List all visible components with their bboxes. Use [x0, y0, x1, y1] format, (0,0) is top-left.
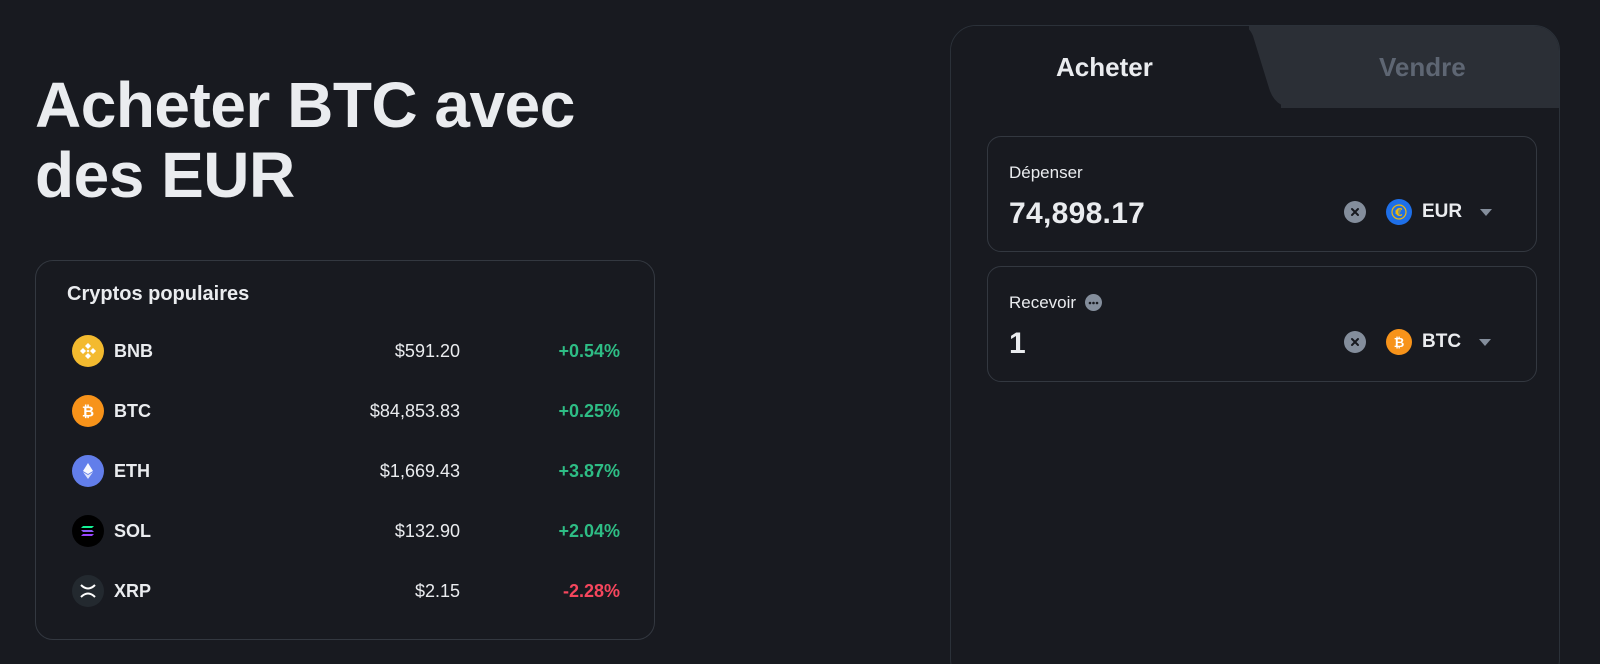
crypto-change: +3.87%: [558, 461, 620, 481]
receive-label: Recevoir: [1009, 293, 1077, 312]
crypto-row-bnb[interactable]: BNB $591.20 +0.54%: [36, 329, 656, 373]
xrp-icon: [72, 575, 104, 607]
crypto-change: +0.54%: [558, 341, 620, 361]
crypto-symbol: BNB: [114, 341, 153, 361]
trade-panel: Acheter Vendre Dépenser 74,898.17 € EUR: [950, 25, 1560, 664]
clear-spend-icon[interactable]: [1344, 201, 1366, 223]
chevron-down-icon: [1480, 208, 1493, 216]
spend-currency-code: EUR: [1422, 201, 1463, 222]
receive-amount-input[interactable]: 1: [1009, 327, 1026, 361]
crypto-change: -2.28%: [562, 581, 620, 601]
crypto-row-xrp[interactable]: XRP $2.15 -2.28%: [36, 569, 656, 613]
eth-icon: [72, 455, 104, 487]
buy-crypto-page: Acheter BTC avec des EUR Cryptos populai…: [0, 0, 1600, 664]
tab-buy[interactable]: Acheter: [1056, 52, 1153, 83]
btc-icon: ₿: [1386, 329, 1412, 355]
svg-text:₿: ₿: [1394, 336, 1405, 351]
receive-currency-select[interactable]: ₿ BTC: [1386, 325, 1506, 359]
popular-cryptos-card: Cryptos populaires BNB $591.20 +0.54% ₿ …: [35, 260, 655, 640]
more-info-icon[interactable]: [1085, 294, 1102, 311]
popular-cryptos-title: Cryptos populaires: [67, 283, 250, 305]
crypto-row-eth[interactable]: ETH $1,669.43 +3.87%: [36, 449, 656, 493]
spend-field[interactable]: Dépenser 74,898.17 € EUR: [987, 136, 1537, 252]
crypto-change: +0.25%: [558, 401, 620, 421]
crypto-symbol: ETH: [114, 461, 150, 481]
chevron-down-icon: [1479, 338, 1492, 346]
crypto-symbol: XRP: [114, 581, 152, 601]
tab-sell[interactable]: Vendre: [1379, 52, 1466, 83]
svg-text:₿: ₿: [82, 403, 94, 421]
eur-icon: €: [1386, 199, 1412, 225]
crypto-price: $132.90: [394, 521, 460, 541]
crypto-symbol: SOL: [114, 521, 152, 541]
crypto-price: $1,669.43: [379, 461, 460, 481]
crypto-price: $2.15: [414, 581, 460, 601]
sol-icon: [72, 515, 104, 547]
page-title: Acheter BTC avec des EUR: [35, 69, 575, 211]
spend-label: Dépenser: [1009, 163, 1083, 182]
crypto-change: +2.04%: [558, 521, 620, 541]
receive-currency-code: BTC: [1422, 331, 1462, 352]
spend-amount-input[interactable]: 74,898.17: [1009, 197, 1145, 231]
crypto-price: $591.20: [394, 341, 460, 361]
spend-currency-select[interactable]: € EUR: [1386, 195, 1506, 229]
crypto-price: $84,853.83: [369, 401, 460, 421]
crypto-row-sol[interactable]: SOL $132.90 +2.04%: [36, 509, 656, 553]
bnb-icon: [72, 335, 104, 367]
receive-field[interactable]: Recevoir 1 ₿ BTC: [987, 266, 1537, 382]
crypto-row-btc[interactable]: ₿ BTC $84,853.83 +0.25%: [36, 389, 656, 433]
svg-text:€: €: [1394, 206, 1403, 219]
crypto-symbol: BTC: [114, 401, 151, 421]
btc-icon: ₿: [72, 395, 104, 427]
clear-receive-icon[interactable]: [1344, 331, 1366, 353]
